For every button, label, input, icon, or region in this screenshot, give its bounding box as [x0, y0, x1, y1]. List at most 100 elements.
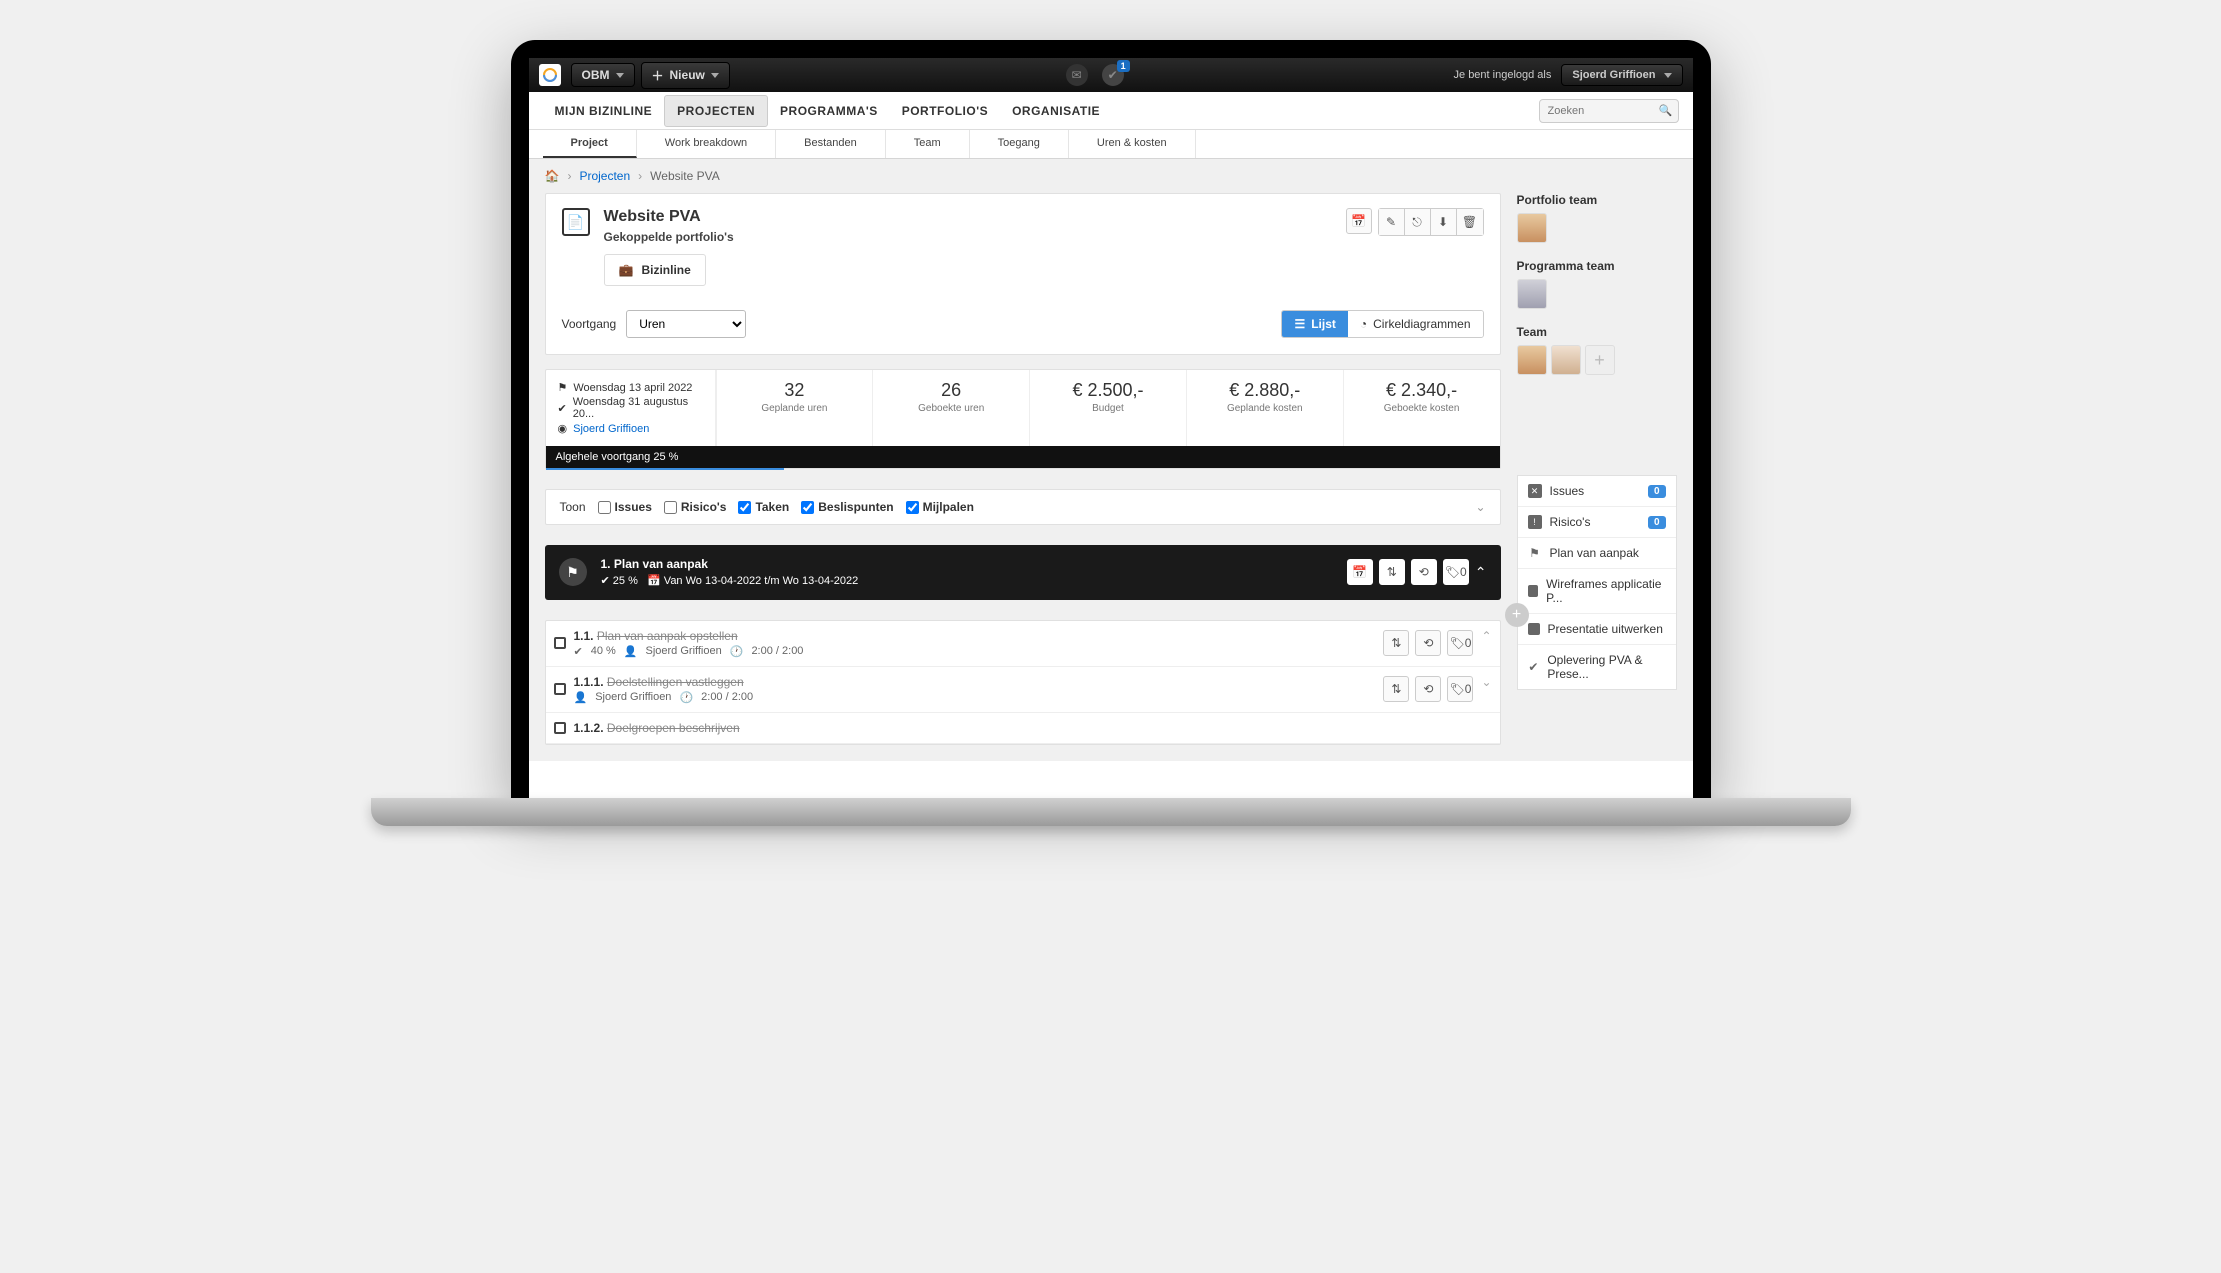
side-item-oplevering[interactable]: ✔ Oplevering PVA & Prese...: [1518, 645, 1676, 689]
task-checkbox[interactable]: [546, 629, 574, 658]
phase-name: Plan van aanpak: [614, 557, 708, 571]
side-item-label: Risico's: [1550, 515, 1591, 529]
add-button[interactable]: +: [1505, 603, 1529, 627]
nav-programmas[interactable]: PROGRAMMA'S: [768, 96, 890, 126]
user-icon: ◉: [558, 422, 568, 435]
user-icon: 👤: [574, 691, 588, 704]
tab-team[interactable]: Team: [886, 130, 970, 158]
tab-uren-kosten[interactable]: Uren & kosten: [1069, 130, 1196, 158]
filter-milestones[interactable]: Mijlpalen: [906, 500, 974, 514]
side-item-label: Oplevering PVA & Prese...: [1547, 653, 1665, 681]
app-logo[interactable]: [539, 64, 561, 86]
chevron-down-icon[interactable]: ⌄: [1473, 675, 1499, 704]
nav-projecten[interactable]: PROJECTEN: [664, 95, 768, 127]
clock-icon: 🕐: [679, 691, 693, 704]
nav-portfolios[interactable]: PORTFOLIO'S: [890, 96, 1000, 126]
tag-count: 0: [1460, 565, 1467, 579]
avatar[interactable]: [1517, 213, 1547, 243]
download-button[interactable]: ⬇: [1431, 209, 1457, 235]
side-item-presentatie[interactable]: Presentatie uitwerken: [1518, 614, 1676, 645]
breadcrumb: 🏠 › Projecten › Website PVA: [529, 159, 1693, 193]
delete-button[interactable]: 🗑: [1457, 209, 1483, 235]
tasks-icon[interactable]: ✔1: [1102, 64, 1124, 86]
home-icon[interactable]: 🏠: [545, 169, 560, 183]
calendar-button[interactable]: 📅: [1347, 559, 1373, 585]
move-button[interactable]: ⇅: [1379, 559, 1405, 585]
phase-progress: 25 %: [613, 575, 638, 587]
stat-value: € 2.500,-: [1034, 380, 1182, 401]
filter-risks[interactable]: Risico's: [664, 500, 727, 514]
login-as-label: Je bent ingelogd als: [1454, 69, 1552, 81]
avatar[interactable]: [1551, 345, 1581, 375]
move-button[interactable]: ⇅: [1383, 630, 1409, 656]
search-input[interactable]: [1539, 99, 1679, 123]
user-icon: 👤: [624, 645, 638, 658]
briefcase-icon: 💼: [619, 263, 634, 277]
phase-dates: Van Wo 13-04-2022 t/m Wo 13-04-2022: [664, 575, 858, 587]
refresh-button[interactable]: ⟲: [1415, 630, 1441, 656]
side-item-risicos[interactable]: ! Risico's 0: [1518, 507, 1676, 538]
add-member-button[interactable]: +: [1585, 345, 1615, 375]
tab-bestanden[interactable]: Bestanden: [776, 130, 886, 158]
chevron-up-icon[interactable]: ⌃: [1473, 629, 1499, 658]
breadcrumb-link[interactable]: Projecten: [579, 169, 630, 183]
org-selector[interactable]: OBM: [571, 63, 635, 87]
task-list: 1.1. Plan van aanpak opstellen ✔40 % 👤Sj…: [545, 620, 1501, 745]
task-num: 1.1.: [574, 629, 594, 643]
end-date: Woensdag 31 augustus 20...: [573, 396, 703, 420]
tab-work-breakdown[interactable]: Work breakdown: [637, 130, 776, 158]
task-name[interactable]: Doelstellingen vastleggen: [607, 675, 744, 689]
avatar[interactable]: [1517, 345, 1547, 375]
owner-link[interactable]: Sjoerd Griffioen: [573, 423, 649, 435]
topbar: OBM ＋Nieuw ✉ ✔1 Je bent ingelogd als Sjo…: [529, 58, 1693, 92]
portfolio-chip[interactable]: 💼 Bizinline: [604, 254, 706, 286]
voortgang-select[interactable]: Uren: [626, 310, 746, 338]
tag-button[interactable]: 🏷 0: [1447, 630, 1473, 656]
view-pie-button[interactable]: ◔Cirkeldiagrammen: [1348, 311, 1483, 337]
tab-toegang[interactable]: Toegang: [970, 130, 1069, 158]
filter-tasks[interactable]: Taken: [738, 500, 789, 514]
task-hours: 2:00 / 2:00: [751, 645, 803, 657]
share-button[interactable]: ⎋: [1405, 209, 1431, 235]
user-name: Sjoerd Griffioen: [1572, 69, 1655, 81]
refresh-button[interactable]: ⟲: [1411, 559, 1437, 585]
chevron-down-icon: [616, 73, 624, 78]
sub-nav: Project Work breakdown Bestanden Team To…: [529, 130, 1693, 159]
breadcrumb-sep: ›: [638, 169, 642, 183]
tag-count: 0: [1465, 682, 1472, 696]
tab-project[interactable]: Project: [543, 130, 637, 158]
side-item-wireframes[interactable]: Wireframes applicatie P...: [1518, 569, 1676, 614]
side-heading-programma-team: Programma team: [1517, 259, 1677, 273]
task-name[interactable]: Doelgroepen beschrijven: [607, 721, 740, 735]
edit-button[interactable]: ✎: [1379, 209, 1405, 235]
portfolio-chip-label: Bizinline: [641, 263, 690, 277]
tag-button[interactable]: 🏷 0: [1443, 559, 1469, 585]
chevron-down-icon[interactable]: ⌄: [1475, 500, 1485, 514]
side-item-plan[interactable]: ⚑ Plan van aanpak: [1518, 538, 1676, 569]
tag-button[interactable]: 🏷 0: [1447, 676, 1473, 702]
move-button[interactable]: ⇅: [1383, 676, 1409, 702]
chevron-up-icon[interactable]: ⌃: [1475, 564, 1487, 581]
task-name[interactable]: Plan van aanpak opstellen: [597, 629, 738, 643]
flag-icon: ⚑: [559, 558, 587, 586]
new-button[interactable]: ＋Nieuw: [641, 62, 730, 89]
refresh-button[interactable]: ⟲: [1415, 676, 1441, 702]
side-item-issues[interactable]: ✕ Issues 0: [1518, 476, 1676, 507]
new-button-label: Nieuw: [670, 68, 705, 82]
calendar-button[interactable]: 📅: [1346, 208, 1372, 234]
view-pie-label: Cirkeldiagrammen: [1373, 317, 1470, 331]
stat-label: Geboekte kosten: [1348, 403, 1496, 414]
inbox-icon[interactable]: ✉: [1066, 64, 1088, 86]
filter-issues[interactable]: Issues: [598, 500, 652, 514]
task-checkbox[interactable]: [546, 675, 574, 704]
view-list-button[interactable]: ☰Lijst: [1282, 311, 1347, 337]
nav-organisatie[interactable]: ORGANISATIE: [1000, 96, 1112, 126]
flag-icon: ⚑: [1528, 546, 1542, 560]
task-checkbox[interactable]: [546, 721, 574, 735]
nav-mijn-bizinline[interactable]: MIJN BIZINLINE: [543, 96, 665, 126]
user-menu[interactable]: Sjoerd Griffioen: [1561, 64, 1682, 86]
filter-decisions[interactable]: Beslispunten: [801, 500, 893, 514]
start-date: Woensdag 13 april 2022: [573, 382, 692, 394]
progress-label: Algehele voortgang 25 %: [556, 451, 679, 463]
avatar[interactable]: [1517, 279, 1547, 309]
